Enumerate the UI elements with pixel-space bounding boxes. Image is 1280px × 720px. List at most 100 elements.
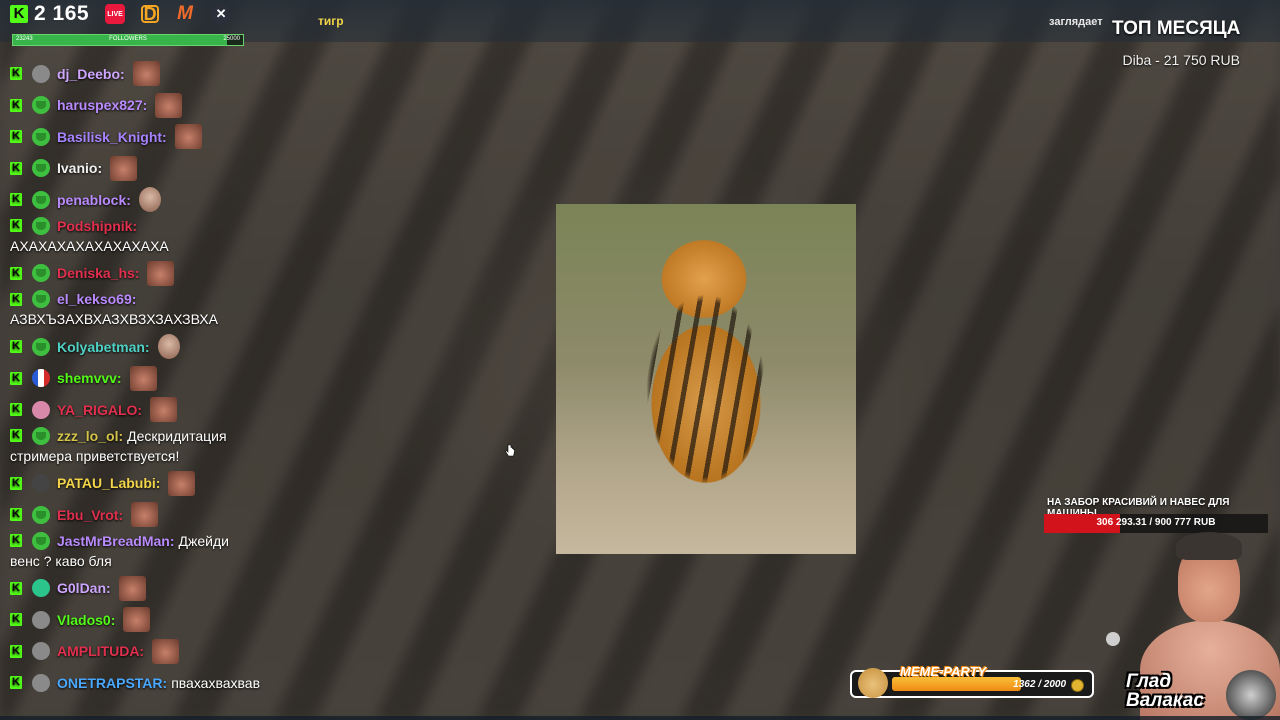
tiger-stripes [616,244,796,524]
sticker-icon [1106,632,1120,646]
emote-icon [150,397,178,423]
emote-icon [132,61,160,87]
chat-username[interactable]: penablock: [57,192,131,208]
emote-icon [168,470,196,496]
chat-message: K AMPLITUDA: [10,636,270,668]
chat-text-continued: АХАХАХАХАХАХАХАХА [10,237,169,254]
streamer-name: Глад Валакас [1126,672,1204,710]
followers-progress: 23243 FOLLOWERS 25000 [12,34,244,46]
chat-username[interactable]: Ebu_Vrot: [57,507,123,523]
user-avatar [32,64,50,83]
chat-message: K Kolyabetman: [10,331,270,363]
kick-badge-icon: K [10,644,22,658]
kick-badge-icon: K [10,371,22,385]
chat-message: K Vlados0: [10,604,270,636]
kick-badge-icon: K [10,508,22,522]
kick-badge-icon: K [10,161,22,175]
user-avatar [32,673,50,692]
chat-username[interactable]: Podshipnik: [57,218,137,234]
user-avatar [32,642,50,661]
emote-icon [155,92,183,118]
user-avatar [32,579,50,598]
chat-message: K YA_RIGALO: [10,394,270,426]
viewer-counter: K 2 165 LIVE D M ✕ [10,2,232,26]
chat-username[interactable]: Ivanio: [57,160,102,176]
chat-username[interactable]: PATAU_Labubi: [57,475,160,491]
kick-badge-icon: K [10,292,22,306]
chat-text: Дескридитация [127,427,227,444]
emote-icon [123,607,151,633]
user-avatar [32,474,50,493]
emote-icon [157,334,180,360]
emote-icon [131,502,159,528]
chat-message: Kdj_Deebo: [10,58,270,90]
tiger-image [556,204,856,554]
chat-message: Kel_kekso69: АЗВХЪЗАХВХАЗХВЗХЗАХЗВХА [10,289,270,331]
followers-label: FOLLOWERS [109,36,147,42]
chat-text-continued: стримера приветствуется! [10,447,180,464]
top-donor: Diba - 21 750 RUB [1122,52,1240,68]
user-avatar [32,426,50,445]
chat-message: Kshemvvv: [10,363,270,395]
kick-badge-icon: K [10,130,22,144]
chat-message: K Ebu_Vrot: [10,499,270,531]
emote-icon [118,575,146,601]
chat-username[interactable]: JastMrBreadMan: [57,533,174,549]
user-avatar [32,369,50,388]
chat-message: K Basilisk_Knight: [10,121,270,153]
user-avatar [32,159,50,178]
meme-party-fill [892,677,1022,691]
doge-icon [858,668,888,698]
chat-text-continued: АЗВХЪЗАХВХАЗХВЗХЗАХЗВХА [10,311,218,327]
chat-username[interactable]: dj_Deebo: [57,66,125,82]
chat-message: K PATAU_Labubi: [10,468,270,500]
top-month-title: ТОП МЕСЯЦА [1112,18,1241,39]
chat-username[interactable]: zzz_lo_ol: [57,428,123,444]
kick-badge-icon: K [10,613,22,627]
chat-message: Kpenablock: [10,184,270,216]
chat-overlay: Kdj_Deebo: Kharuspex827: K Basilisk_Knight:… [10,58,270,699]
followers-current: 23243 [16,36,33,42]
kick-badge-icon: K [10,266,22,280]
chat-username[interactable]: ONETRAPSTAR: [57,675,167,691]
raccoon-icon [1226,670,1276,720]
user-avatar [32,400,50,419]
chat-username[interactable]: el_kekso69: [57,291,136,307]
chat-username[interactable]: G0lDan: [57,580,111,596]
chat-username[interactable]: AMPLITUDA: [57,643,144,659]
chat-message: K Ivanio: [10,153,270,185]
x-logo-icon: ✕ [211,4,232,24]
kick-badge-icon: K [10,219,22,232]
chat-username[interactable]: Vlados0: [57,612,115,628]
stream-topic: тигр [318,14,344,28]
bottom-border [0,716,1280,720]
chat-username[interactable]: Kolyabetman: [57,339,150,355]
donation-goal-amount: 306 293.31 / 900 777 RUB [1096,517,1216,528]
user-avatar [32,264,50,283]
kick-badge-icon: K [10,193,22,207]
chat-username[interactable]: YA_RIGALO: [57,402,142,418]
chat-text: Джейди [178,532,229,549]
meme-party-count: 1362 / 2000 [1013,679,1066,690]
streamer-hair [1176,532,1242,560]
kick-badge-icon: K [10,429,22,442]
chat-username[interactable]: Deniska_hs: [57,265,139,281]
live-badge-icon: LIVE [105,4,126,24]
chat-username[interactable]: Basilisk_Knight: [57,129,167,145]
kick-badge-icon: K [10,534,22,547]
chat-message: K Deniska_hs: [10,258,270,290]
emote-icon [147,260,175,286]
kick-badge-icon: K [10,581,22,595]
watching-label: заглядает [1049,16,1103,28]
chat-message: K G0lDan: [10,573,270,605]
kick-badge-icon: K [10,403,22,417]
user-avatar [32,290,50,308]
chat-username[interactable]: haruspex827: [57,97,147,113]
emote-icon [138,187,161,213]
hand-cursor-icon [505,444,515,457]
chat-username[interactable]: shemvvv: [57,370,122,386]
kick-badge-icon: K [10,67,22,81]
kick-badge-icon: K [10,98,22,112]
streamer-name-line2: Валакас [1126,690,1204,711]
user-avatar [32,216,50,235]
